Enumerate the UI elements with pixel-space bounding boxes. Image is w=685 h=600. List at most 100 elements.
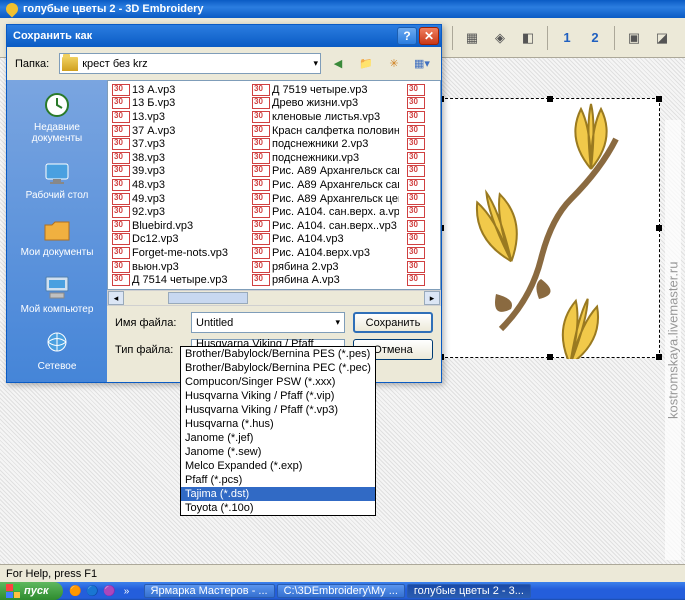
view-menu-button[interactable]: ▦▾ xyxy=(411,53,433,74)
filetype-option[interactable]: Compucon/Singer PSW (*.xxx) xyxy=(181,375,375,389)
up-one-level-button[interactable]: 📁 xyxy=(355,53,377,74)
dialog-close-button[interactable]: ✕ xyxy=(419,27,439,45)
quicklaunch-icon[interactable]: 🔵 xyxy=(86,584,100,598)
filetype-option[interactable]: Husqvarna Viking / Pfaff (*.vip) xyxy=(181,389,375,403)
scrollbar-thumb[interactable] xyxy=(168,292,248,304)
filetype-option[interactable]: Melco Expanded (*.exp) xyxy=(181,459,375,473)
folder-select[interactable]: крест без krz ▾ xyxy=(59,53,321,74)
file-item[interactable]: Рис. А89 Архангельск сам.низ.vp3 xyxy=(252,178,399,192)
places-item-desktop[interactable]: Рабочий стол xyxy=(12,154,102,205)
file-item[interactable]: Красн салфетка половина.vp3 xyxy=(252,124,399,138)
file-item[interactable]: са xyxy=(407,83,427,97)
selection-handle[interactable] xyxy=(656,354,662,360)
file-item[interactable]: вьюн.vp3 xyxy=(112,260,244,274)
scroll-right-button[interactable]: ▸ xyxy=(424,291,440,305)
filetype-option[interactable]: Husqvarna (*.hus) xyxy=(181,417,375,431)
file-item[interactable]: си xyxy=(407,124,427,138)
file-item[interactable]: Dc12.vp3 xyxy=(112,233,244,247)
file-item[interactable]: рябина А.vp3 xyxy=(252,273,399,287)
file-item[interactable]: подснежники.vp3 xyxy=(252,151,399,165)
quicklaunch-chevron-icon[interactable]: » xyxy=(120,584,134,598)
file-item[interactable]: са xyxy=(407,97,427,111)
filetype-option[interactable]: Toyota (*.10o) xyxy=(181,501,375,515)
file-item[interactable]: Рис. А89 Архангельск центр.vp3 xyxy=(252,192,399,206)
file-item[interactable]: Рис. А104.верх.vp3 xyxy=(252,246,399,260)
file-item[interactable] xyxy=(407,233,427,247)
selection-handle[interactable] xyxy=(547,354,553,360)
filename-input[interactable]: Untitled ▾ xyxy=(191,312,345,333)
filetype-option[interactable]: Husqvarna Viking / Pfaff (*.vp3) xyxy=(181,403,375,417)
file-item[interactable]: 48.vp3 xyxy=(112,178,244,192)
taskbar-item[interactable]: Ярмарка Мастеров - ... xyxy=(144,584,275,598)
file-item[interactable]: Рис. А89 Архангельск сам.верх.vp3 xyxy=(252,165,399,179)
file-item[interactable]: 92.vp3 xyxy=(112,205,244,219)
new-folder-button[interactable]: ✳ xyxy=(383,53,405,74)
file-item[interactable] xyxy=(407,273,427,287)
save-button[interactable]: Сохранить xyxy=(353,312,433,333)
chevron-down-icon[interactable]: ▾ xyxy=(335,317,340,328)
file-item[interactable]: Древо жизни.vp3 xyxy=(252,97,399,111)
file-item[interactable]: си xyxy=(407,137,427,151)
filetype-option[interactable]: Brother/Babylock/Bernina PEC (*.pec) xyxy=(181,361,375,375)
filetype-option[interactable]: Janome (*.sew) xyxy=(181,445,375,459)
file-item[interactable]: 37.vp3 xyxy=(112,137,244,151)
file-item[interactable]: 49.vp3 xyxy=(112,192,244,206)
filetype-option[interactable]: Brother/Babylock/Bernina PES (*.pes) xyxy=(181,347,375,361)
scroll-left-button[interactable]: ◂ xyxy=(108,291,124,305)
toolbar-btn-b[interactable]: ◈ xyxy=(489,27,511,49)
toolbar-btn-a[interactable]: ▦ xyxy=(461,27,483,49)
filetype-dropdown-list[interactable]: Brother/Babylock/Bernina PES (*.pes)Brot… xyxy=(180,346,376,516)
file-list[interactable]: 13 А.vp313 Б.vp313.vp337 А.vp337.vp338.v… xyxy=(107,80,441,290)
toolbar-btn-e[interactable]: ◪ xyxy=(651,27,673,49)
dialog-help-button[interactable]: ? xyxy=(397,27,417,45)
file-item[interactable]: си xyxy=(407,151,427,165)
file-item[interactable]: 39.vp3 xyxy=(112,165,244,179)
selection-handle[interactable] xyxy=(656,96,662,102)
taskbar-item[interactable]: голубые цветы 2 - 3... xyxy=(407,584,531,598)
toolbar-btn-d[interactable]: ▣ xyxy=(623,27,645,49)
file-item[interactable]: Рис. А104. сан.верх. а.vp3 xyxy=(252,205,399,219)
filetype-option[interactable]: Tajima (*.dst) xyxy=(181,487,375,501)
file-item[interactable]: Рис. А104.vp3 xyxy=(252,233,399,247)
taskbar-item[interactable]: C:\3DEmbroidery\My ... xyxy=(277,584,405,598)
file-item[interactable]: 13.vp3 xyxy=(112,110,244,124)
places-item-mydocs[interactable]: Мои документы xyxy=(12,211,102,262)
filetype-option[interactable]: Pfaff (*.pcs) xyxy=(181,473,375,487)
selection-handle[interactable] xyxy=(547,96,553,102)
file-item[interactable] xyxy=(407,246,427,260)
quicklaunch-icon[interactable]: 🟠 xyxy=(69,584,83,598)
file-item[interactable] xyxy=(407,219,427,233)
file-item[interactable]: 38.vp3 xyxy=(112,151,244,165)
embroidery-selection[interactable] xyxy=(440,98,660,358)
filetype-option[interactable]: Janome (*.jef) xyxy=(181,431,375,445)
file-item[interactable]: си xyxy=(407,178,427,192)
places-item-recent[interactable]: Недавние документы xyxy=(12,86,102,148)
horizontal-scrollbar[interactable]: ◂ ▸ xyxy=(107,290,441,306)
file-item[interactable]: си xyxy=(407,165,427,179)
file-item[interactable]: рябина 2.vp3 xyxy=(252,260,399,274)
start-button[interactable]: пуск xyxy=(0,582,63,600)
selection-handle[interactable] xyxy=(656,225,662,231)
file-item[interactable]: Д 7519 четыре.vp3 xyxy=(252,83,399,97)
toolbar-zoom-2[interactable]: 2 xyxy=(584,27,606,49)
file-item[interactable]: 13 Б.vp3 xyxy=(112,97,244,111)
toolbar-zoom-1[interactable]: 1 xyxy=(556,27,578,49)
places-item-network[interactable]: Сетевое xyxy=(12,325,102,376)
file-item[interactable]: са xyxy=(407,110,427,124)
file-item[interactable]: кленовые листья.vp3 xyxy=(252,110,399,124)
file-item[interactable]: Рис. А104. сан.верх..vp3 xyxy=(252,219,399,233)
file-item[interactable]: Bluebird.vp3 xyxy=(112,219,244,233)
file-item[interactable]: Forget-me-nots.vp3 xyxy=(112,246,244,260)
file-item[interactable]: 13 А.vp3 xyxy=(112,83,244,97)
file-item[interactable]: подснежники 2.vp3 xyxy=(252,137,399,151)
places-item-mycomputer[interactable]: Мой компьютер xyxy=(12,268,102,319)
toolbar-btn-c[interactable]: ◧ xyxy=(517,27,539,49)
back-button[interactable]: ◀ xyxy=(327,53,349,74)
dialog-titlebar[interactable]: Сохранить как ? ✕ xyxy=(7,25,441,47)
quicklaunch-icon[interactable]: 🟣 xyxy=(103,584,117,598)
file-item[interactable]: Д 7514 четыре.vp3 xyxy=(112,273,244,287)
file-item[interactable]: фс xyxy=(407,192,427,206)
file-item[interactable] xyxy=(407,205,427,219)
file-item[interactable]: 37 А.vp3 xyxy=(112,124,244,138)
file-item[interactable] xyxy=(407,260,427,274)
